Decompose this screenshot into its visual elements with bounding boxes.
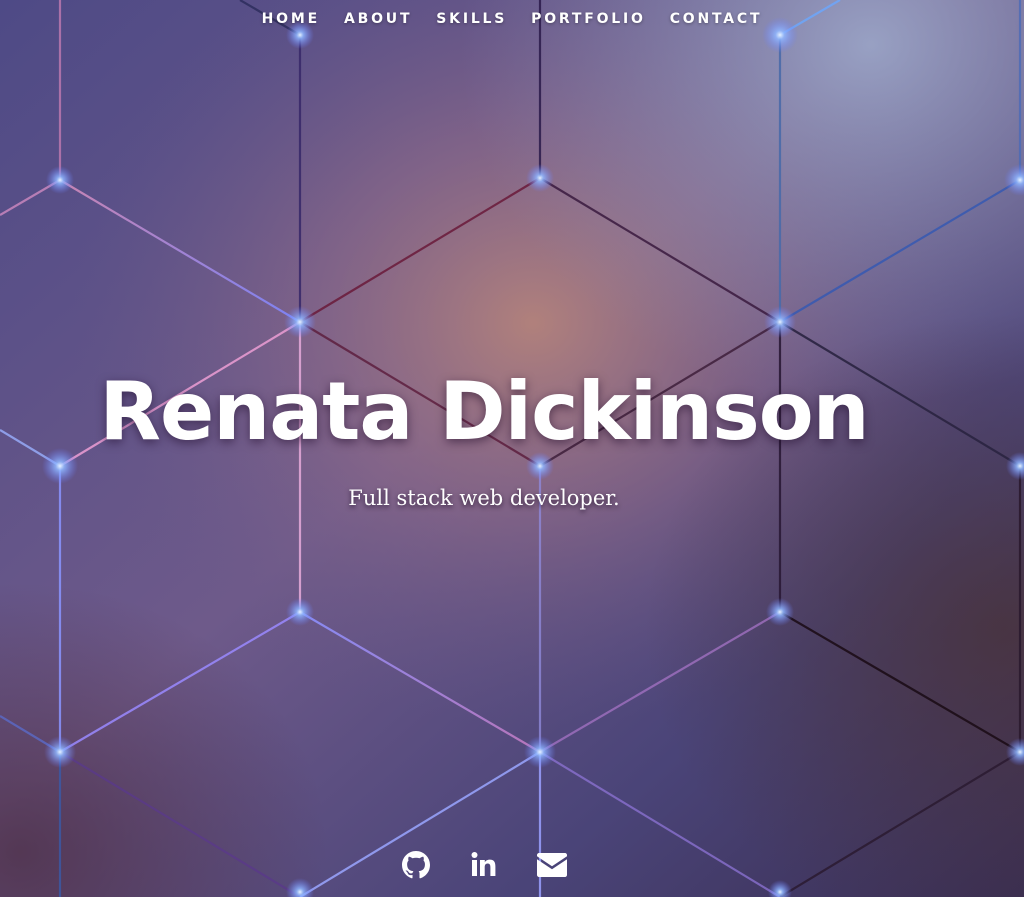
social-links xyxy=(0,848,968,882)
hero-tagline: Full stack web developer. xyxy=(348,486,620,510)
email-link[interactable] xyxy=(536,848,568,882)
nav-item-home[interactable]: HOME xyxy=(250,9,332,29)
nav-item-contact[interactable]: CONTACT xyxy=(658,9,775,29)
github-link[interactable] xyxy=(400,848,432,882)
nav-item-portfolio[interactable]: PORTFOLIO xyxy=(519,9,658,29)
hero-name: Renata Dickinson xyxy=(99,365,869,458)
github-icon xyxy=(402,851,430,879)
linkedin-link[interactable] xyxy=(468,848,500,882)
linkedin-icon xyxy=(471,852,496,876)
nav-item-skills[interactable]: SKILLS xyxy=(424,9,519,29)
envelope-icon xyxy=(537,853,567,877)
main-nav: HOME ABOUT SKILLS PORTFOLIO CONTACT xyxy=(0,9,1024,29)
nav-item-about[interactable]: ABOUT xyxy=(332,9,424,29)
